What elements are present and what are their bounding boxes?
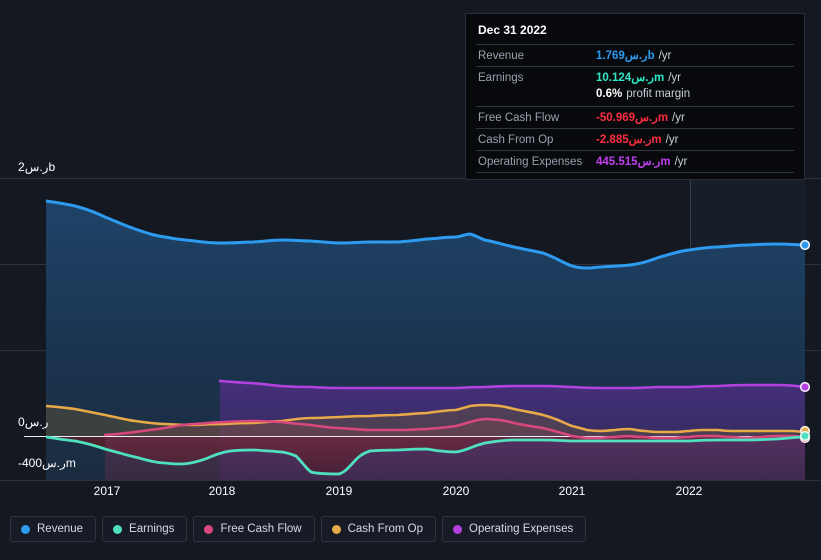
tooltip-suffix-operating-expenses: /yr — [674, 156, 688, 168]
legend-dot-operating-expenses-icon — [453, 524, 463, 534]
tooltip-value-free-cash-flow: -50.969ر.سm — [596, 112, 669, 124]
tooltip-suffix-revenue: /yr — [658, 50, 672, 62]
tooltip-value-operating-expenses: 445.515ر.سm — [596, 156, 671, 168]
chart-tooltip: Dec 31 2022 Revenue 1.769ر.سb /yr Earnin… — [465, 13, 805, 180]
legend-label-cash-from-op: Cash From Op — [347, 523, 424, 535]
tooltip-value-profit-margin: 0.6% — [596, 88, 623, 100]
tooltip-suffix-earnings: /yr — [668, 72, 681, 84]
tooltip-suffix-profit-margin: profit margin — [626, 88, 691, 100]
tooltip-label-earnings: Earnings — [478, 72, 524, 84]
legend-dot-free-cash-flow-icon — [204, 524, 214, 534]
tooltip-suffix-free-cash-flow: /yr — [672, 112, 685, 124]
legend-item-cash-from-op[interactable]: Cash From Op — [320, 516, 437, 542]
operating-expenses-endpoint-marker — [799, 381, 811, 393]
tooltip-date: Dec 31 2022 — [478, 23, 547, 37]
earnings-endpoint-marker — [799, 430, 811, 442]
legend-label-operating-expenses: Operating Expenses — [469, 523, 574, 535]
tooltip-suffix-cash-from-op: /yr — [665, 134, 679, 146]
tooltip-value-revenue: 1.769ر.سb — [596, 50, 655, 62]
tooltip-label-revenue: Revenue — [478, 50, 525, 62]
legend-item-free-cash-flow[interactable]: Free Cash Flow — [193, 516, 315, 542]
legend-label-revenue: Revenue — [37, 523, 84, 535]
legend-item-operating-expenses[interactable]: Operating Expenses — [442, 516, 587, 542]
legend-dot-earnings-icon — [113, 524, 123, 534]
tooltip-value-earnings: 10.124ر.سm — [596, 72, 665, 84]
tooltip-value-cash-from-op: -2.885ر.سm — [596, 134, 662, 146]
tooltip-row-profit-margin: 0.6% profit margin — [476, 88, 794, 106]
financials-area-chart: 2ر.سb 0ر.س -400ر.سm 2017 2018 2019 2020 … — [0, 0, 821, 560]
legend-dot-revenue-icon — [21, 524, 30, 534]
legend-label-free-cash-flow: Free Cash Flow — [220, 523, 302, 535]
tooltip-label-cash-from-op: Cash From Op — [478, 134, 554, 146]
tooltip-row-earnings: Earnings 10.124ر.سm /yr — [476, 66, 794, 88]
legend-item-revenue[interactable]: Revenue — [10, 516, 97, 542]
tooltip-row-cash-from-op: Cash From Op -2.885ر.سm /yr — [476, 128, 794, 150]
tooltip-row-revenue: Revenue 1.769ر.سb /yr — [476, 44, 794, 66]
tooltip-label-free-cash-flow: Free Cash Flow — [478, 112, 560, 124]
legend-dot-cash-from-op-icon — [331, 524, 341, 534]
legend-item-earnings[interactable]: Earnings — [102, 516, 188, 542]
tooltip-label-operating-expenses: Operating Expenses — [478, 156, 583, 168]
revenue-endpoint-marker — [799, 239, 811, 251]
tooltip-row-operating-expenses: Operating Expenses 445.515ر.سm /yr — [476, 150, 794, 173]
legend-label-earnings: Earnings — [129, 523, 175, 535]
chart-legend: Revenue Earnings Free Cash Flow Cash Fro… — [10, 516, 587, 542]
tooltip-row-free-cash-flow: Free Cash Flow -50.969ر.سm /yr — [476, 106, 794, 128]
